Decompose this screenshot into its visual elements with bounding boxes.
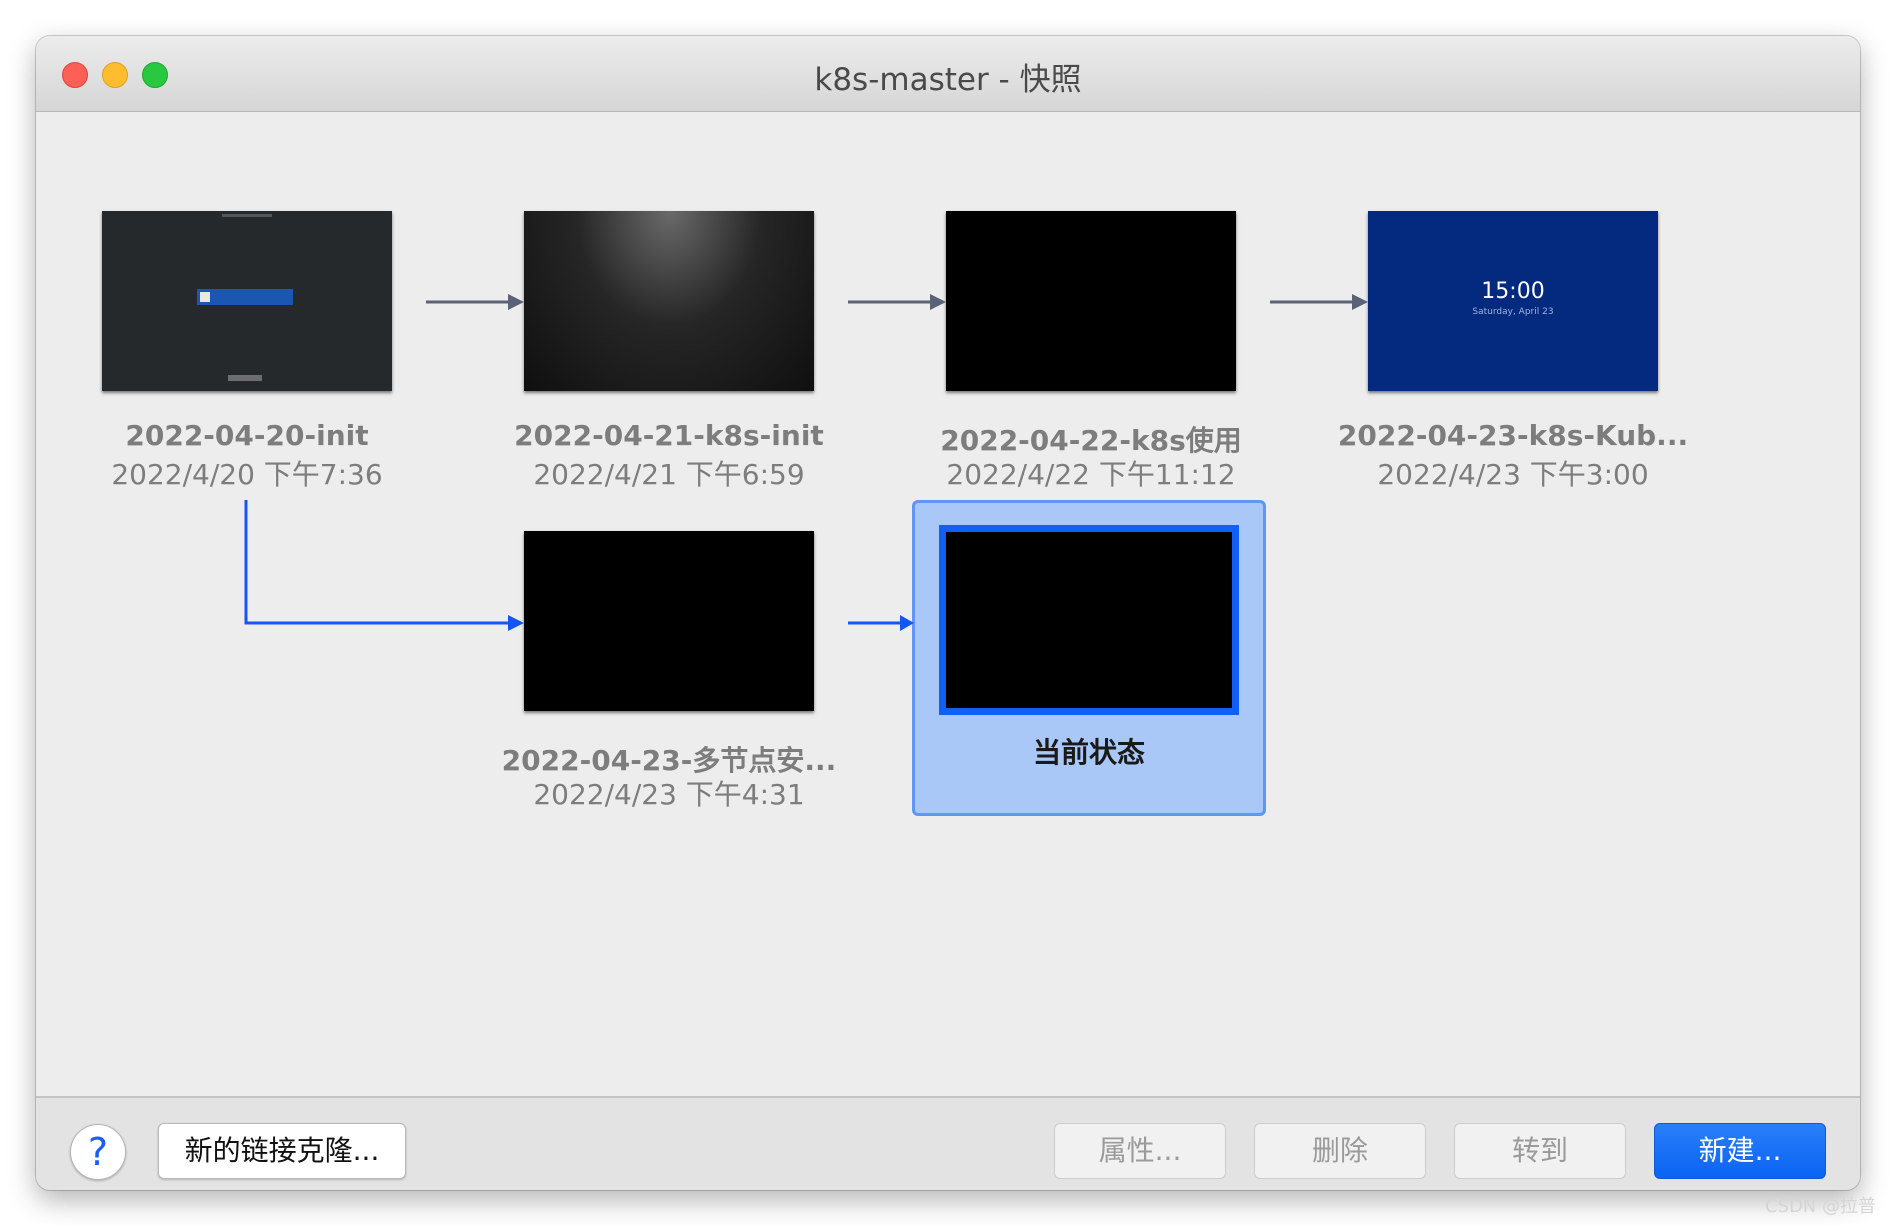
delete-button[interactable]: 删除 bbox=[1254, 1123, 1426, 1179]
window-title: k8s-master - 快照 bbox=[814, 62, 1082, 98]
new-snapshot-button[interactable]: 新建... bbox=[1654, 1123, 1826, 1179]
watermark: CSDN @拉普 bbox=[1764, 1196, 1876, 1217]
branch-arrow-1-5 bbox=[244, 500, 524, 631]
goto-button[interactable]: 转到 bbox=[1454, 1123, 1626, 1179]
snapshot-manager-window: k8s-master - 快照 2022-04-20-init 2022/4/2… bbox=[36, 36, 1860, 1190]
title-bar: k8s-master - 快照 bbox=[36, 36, 1860, 112]
properties-button[interactable]: 属性... bbox=[1054, 1123, 1226, 1179]
new-linked-clone-button[interactable]: 新的链接克隆... bbox=[158, 1123, 406, 1179]
arrow-2-3 bbox=[848, 294, 946, 310]
arrow-5-current bbox=[848, 615, 914, 631]
arrow-1-2 bbox=[426, 294, 524, 310]
footer-toolbar: ? 新的链接克隆... 属性... 删除 转到 新建... bbox=[36, 1096, 1860, 1190]
help-button[interactable]: ? bbox=[70, 1124, 126, 1180]
snapshot-connectors bbox=[244, 294, 1368, 631]
snapshot-tree: 2022-04-20-init 2022/4/20 下午7:36 2022-04… bbox=[36, 112, 1860, 1096]
arrow-3-4 bbox=[1270, 294, 1368, 310]
